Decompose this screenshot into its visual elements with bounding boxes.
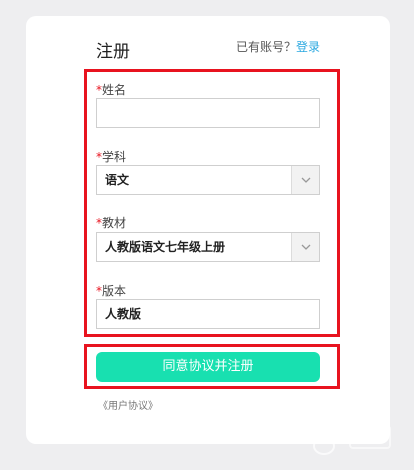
register-button[interactable]: 同意协议并注册 bbox=[96, 352, 320, 382]
textbook-value: 人教版语文七年级上册 bbox=[105, 240, 226, 254]
name-input[interactable] bbox=[96, 98, 320, 128]
textbook-label-text: 教材 bbox=[102, 216, 127, 230]
watermark-logo bbox=[302, 423, 391, 455]
name-label-text: 姓名 bbox=[102, 83, 127, 97]
edition-label-text: 版本 bbox=[102, 284, 127, 298]
login-link[interactable]: 登录 bbox=[296, 40, 320, 54]
page-title: 注册 bbox=[96, 42, 130, 62]
textbook-label: *教材 bbox=[96, 214, 126, 231]
subject-select[interactable]: 语文 bbox=[96, 165, 320, 195]
chevron-down-icon[interactable] bbox=[291, 166, 319, 194]
textbook-select[interactable]: 人教版语文七年级上册 bbox=[96, 232, 320, 262]
name-label: *姓名 bbox=[96, 81, 126, 98]
edition-label: *版本 bbox=[96, 282, 126, 299]
edition-input[interactable]: 人教版 bbox=[96, 299, 320, 329]
subject-label: *学科 bbox=[96, 148, 126, 165]
user-agreement-link[interactable]: 《用户协议》 bbox=[98, 397, 158, 412]
subject-label-text: 学科 bbox=[102, 150, 127, 164]
login-prompt: 已有账号？登录 bbox=[236, 38, 320, 55]
chevron-down-icon[interactable] bbox=[291, 233, 319, 261]
has-account-text: 已有账号？ bbox=[236, 40, 297, 54]
subject-value: 语文 bbox=[105, 173, 130, 187]
